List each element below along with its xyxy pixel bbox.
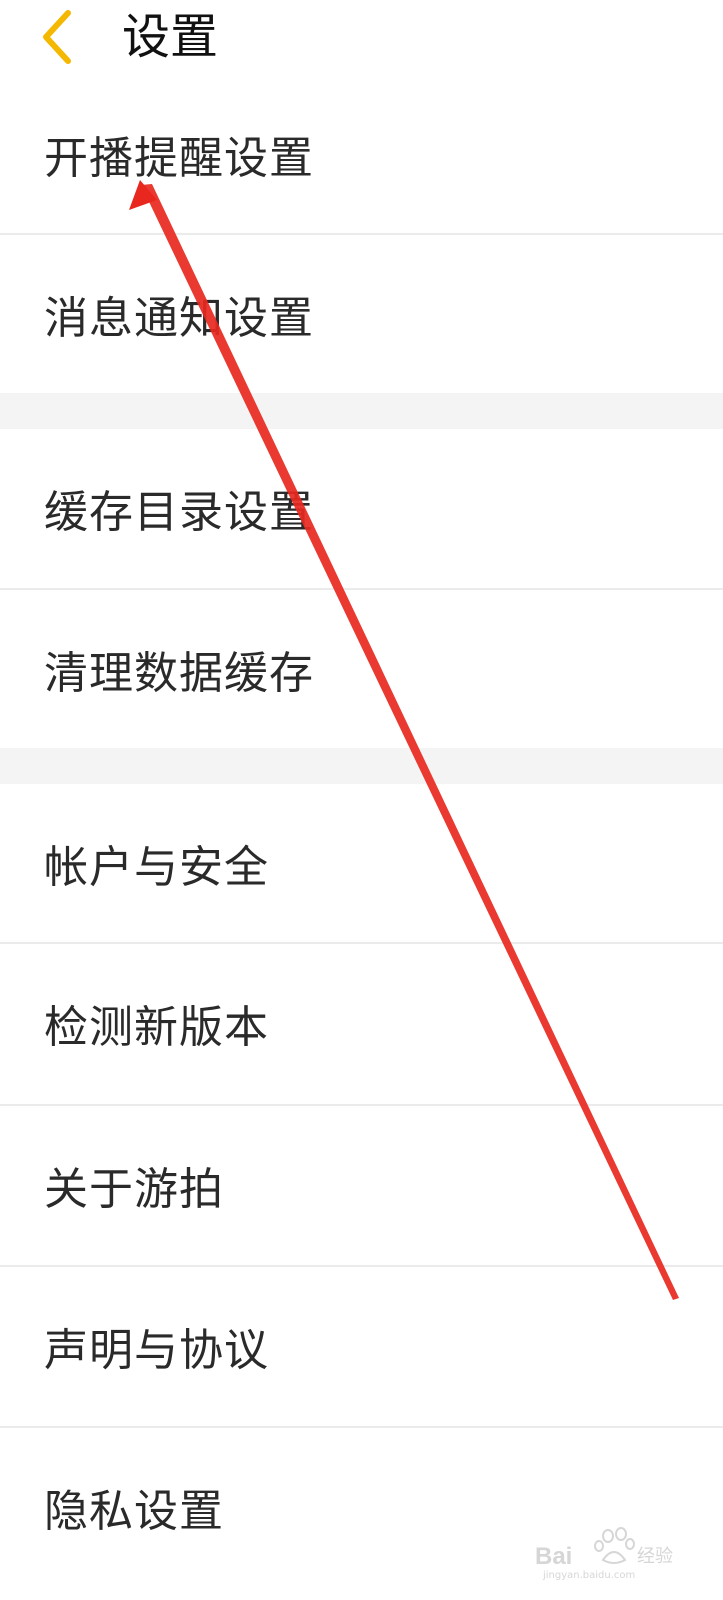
menu-item-check-update[interactable]: 检测新版本 [0, 944, 723, 1102]
svg-text:jingyan.baidu.com: jingyan.baidu.com [542, 1570, 635, 1581]
menu-item-label: 消息通知设置 [44, 293, 314, 344]
menu-item-clear-cache[interactable]: 清理数据缓存 [0, 590, 723, 748]
menu-item-label: 帐户与安全 [44, 842, 269, 893]
menu-item-label: 清理数据缓存 [44, 648, 314, 699]
menu-item-cache-directory[interactable]: 缓存目录设置 [0, 429, 723, 587]
baidu-watermark-logo: Bai 经验 jingyan.baidu.com [535, 1527, 673, 1581]
menu-item-label: 缓存目录设置 [44, 487, 314, 538]
menu-item-label: 关于游拍 [44, 1164, 224, 1215]
menu-item-label: 检测新版本 [44, 1002, 269, 1053]
section-gap [0, 393, 723, 429]
menu-item-live-reminder[interactable]: 开播提醒设置 [0, 75, 723, 233]
menu-item-notification-settings[interactable]: 消息通知设置 [0, 235, 723, 393]
menu-item-about[interactable]: 关于游拍 [0, 1106, 723, 1264]
menu-item-label: 开播提醒设置 [44, 133, 314, 184]
chevron-left-icon [43, 10, 71, 64]
svg-text:Bai: Bai [535, 1543, 572, 1570]
page-title: 设置 [122, 9, 219, 65]
menu-item-label: 声明与协议 [44, 1325, 269, 1376]
svg-text:经验: 经验 [637, 1546, 673, 1567]
section-gap [0, 748, 723, 784]
menu-item-terms[interactable]: 声明与协议 [0, 1267, 723, 1425]
back-button[interactable] [30, 5, 86, 69]
header: 设置 [0, 0, 723, 75]
menu-item-label: 隐私设置 [44, 1486, 224, 1537]
menu-item-account-security[interactable]: 帐户与安全 [0, 784, 723, 942]
